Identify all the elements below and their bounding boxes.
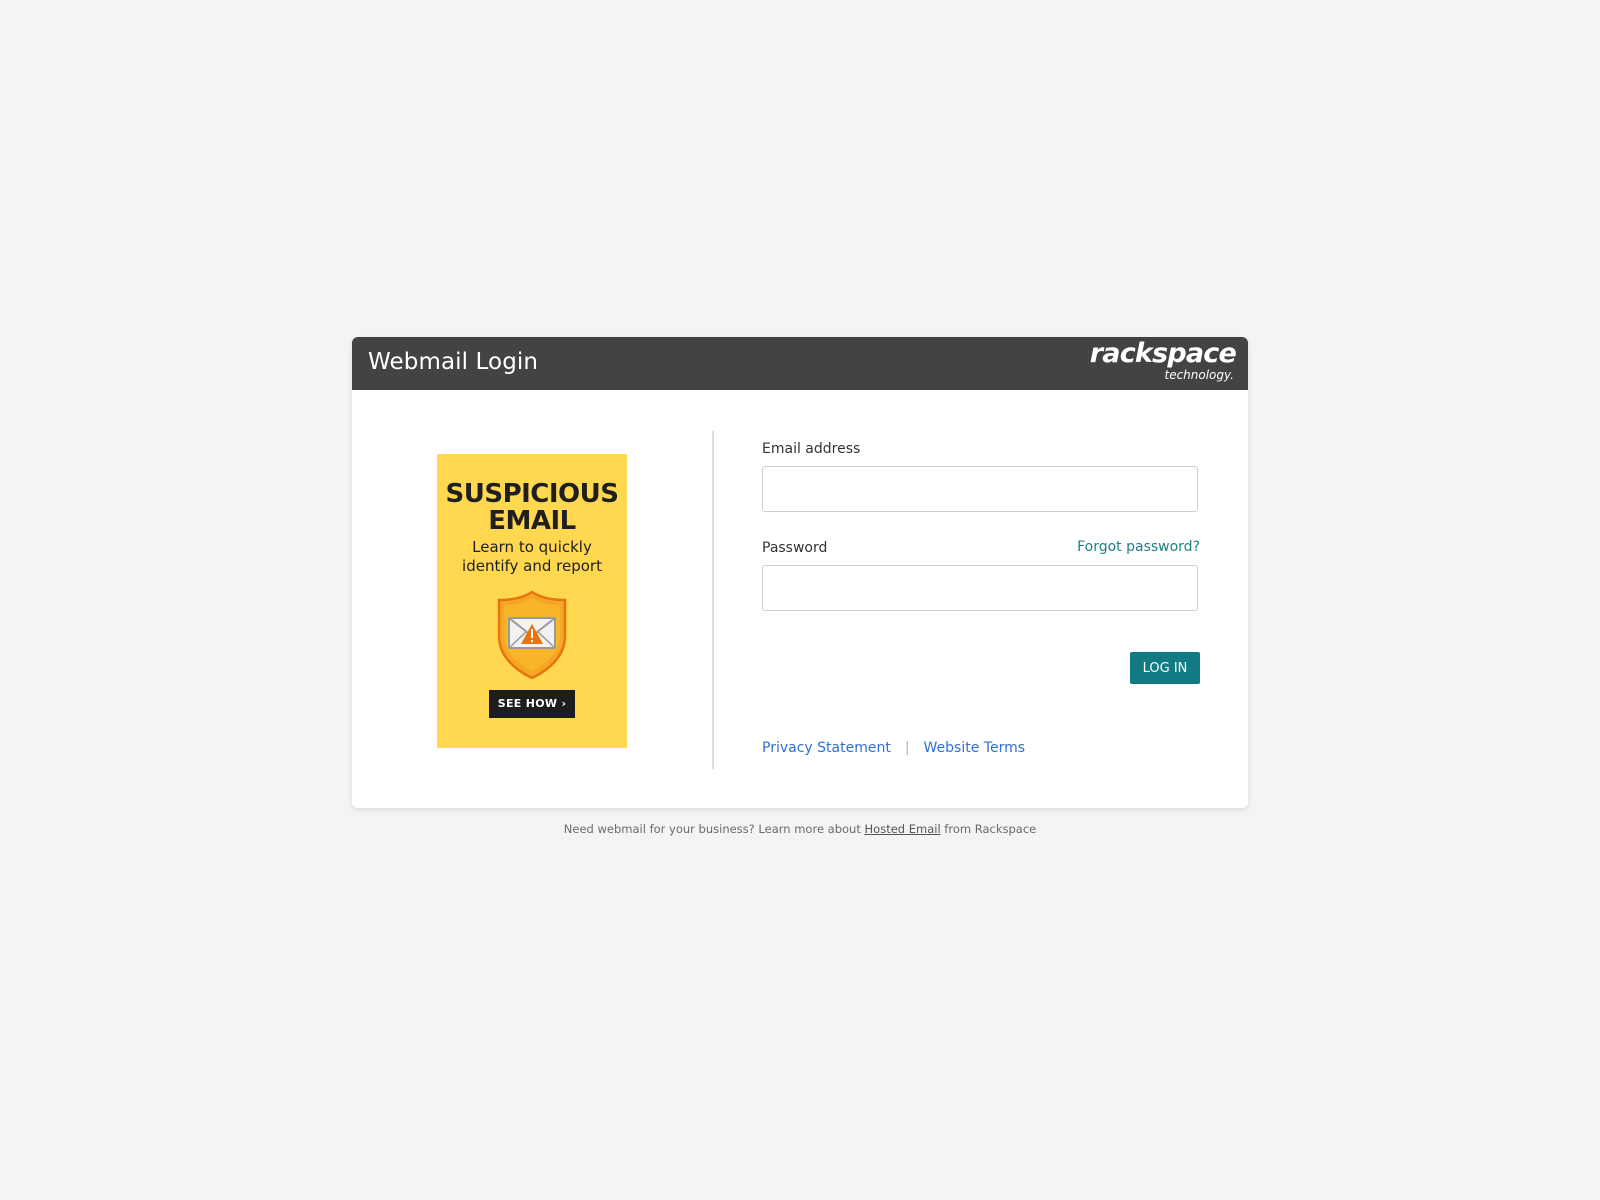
suspicious-email-ad[interactable]: SUSPICIOUS EMAIL Learn to quickly identi… bbox=[437, 454, 627, 748]
column-divider bbox=[712, 431, 714, 769]
ad-subtitle-line1: Learn to quickly bbox=[472, 538, 592, 556]
footer-suffix: from Rackspace bbox=[940, 822, 1037, 836]
ad-headline: SUSPICIOUS EMAIL bbox=[437, 481, 627, 535]
shield-warning-envelope-icon bbox=[497, 590, 567, 680]
ad-subtitle: Learn to quickly identify and report bbox=[437, 538, 627, 576]
email-label: Email address bbox=[762, 441, 861, 457]
website-terms-link[interactable]: Website Terms bbox=[924, 740, 1026, 756]
see-how-button[interactable]: SEE HOW › bbox=[489, 690, 575, 718]
see-how-label: SEE HOW bbox=[497, 697, 558, 710]
login-card: Webmail Login rackspace technology. SUSP… bbox=[352, 337, 1248, 808]
forgot-password-link[interactable]: Forgot password? bbox=[1077, 539, 1200, 555]
legal-links: Privacy Statement | Website Terms bbox=[762, 740, 1025, 756]
logo-tagline: technology. bbox=[1164, 368, 1234, 382]
hosted-email-link[interactable]: Hosted Email bbox=[865, 822, 941, 836]
password-field[interactable] bbox=[762, 565, 1198, 611]
chevron-right-icon: › bbox=[561, 697, 567, 710]
rackspace-logo: rackspace technology. bbox=[1089, 338, 1237, 382]
email-field[interactable] bbox=[762, 466, 1198, 512]
card-header: Webmail Login rackspace technology. bbox=[352, 337, 1248, 390]
links-separator: | bbox=[904, 740, 910, 756]
privacy-statement-link[interactable]: Privacy Statement bbox=[762, 740, 891, 756]
ad-subtitle-line2: identify and report bbox=[462, 557, 602, 575]
ad-headline-line1: SUSPICIOUS bbox=[445, 479, 620, 509]
password-label: Password bbox=[762, 540, 828, 556]
footer-note: Need webmail for your business? Learn mo… bbox=[0, 822, 1600, 836]
footer-prefix: Need webmail for your business? Learn mo… bbox=[563, 822, 865, 836]
logo-wordmark: rackspace bbox=[1089, 338, 1237, 369]
page-title: Webmail Login bbox=[368, 349, 539, 375]
log-in-button[interactable]: LOG IN bbox=[1130, 652, 1200, 684]
ad-headline-line2: EMAIL bbox=[488, 506, 576, 536]
